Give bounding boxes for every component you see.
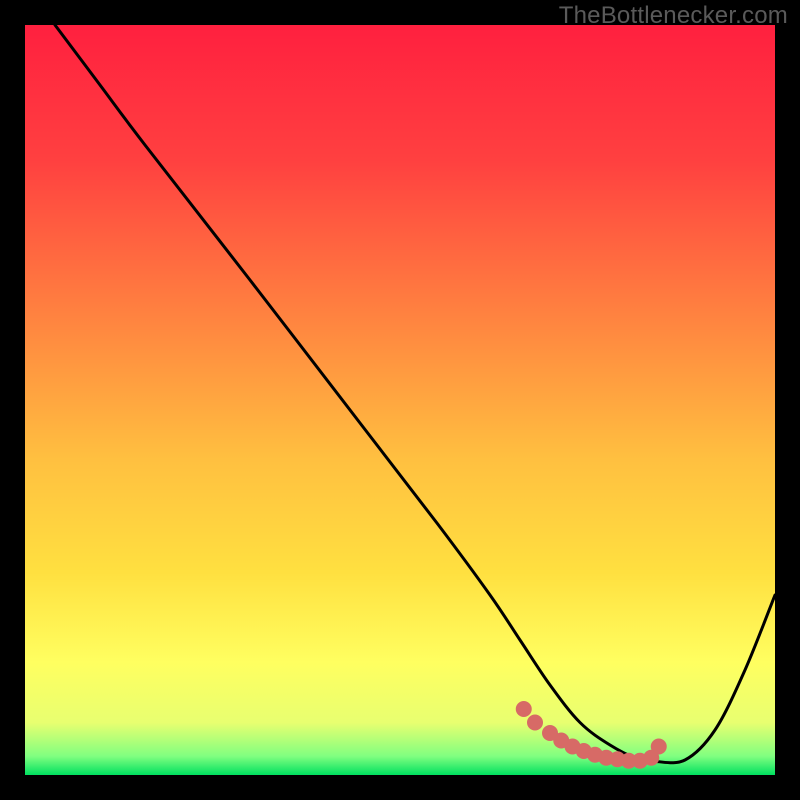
valley-dot (527, 715, 543, 731)
chart-container: TheBottlenecker.com (0, 0, 800, 800)
chart-svg (25, 25, 775, 775)
plot-area (25, 25, 775, 775)
valley-dot (516, 701, 532, 717)
valley-dot (651, 739, 667, 755)
watermark-text: TheBottlenecker.com (559, 2, 788, 30)
